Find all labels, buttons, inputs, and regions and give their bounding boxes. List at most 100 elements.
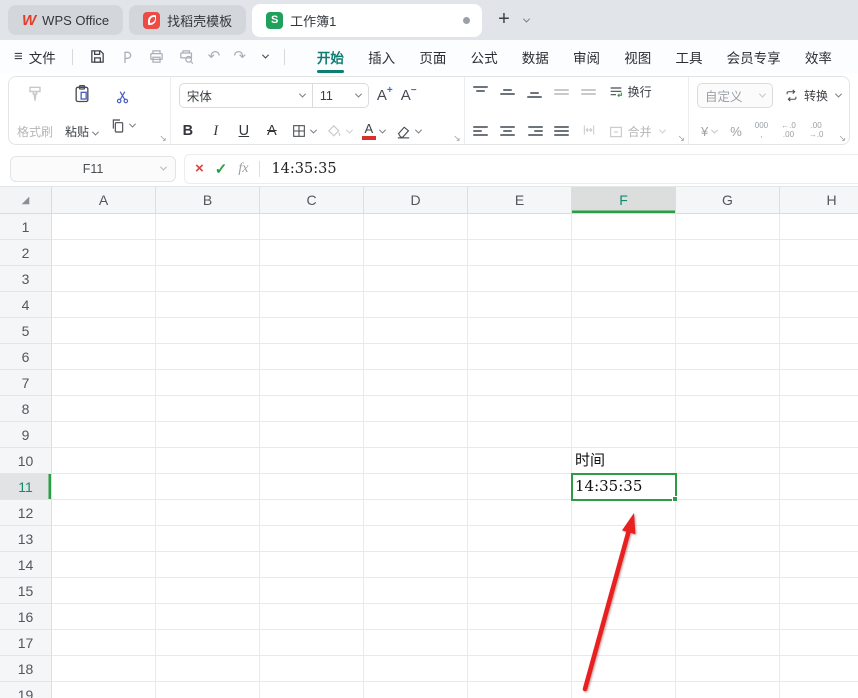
cell-D18[interactable] <box>364 656 468 682</box>
cell-G6[interactable] <box>676 344 780 370</box>
cell-F4[interactable] <box>572 292 676 318</box>
cell-C7[interactable] <box>260 370 364 396</box>
cell-C1[interactable] <box>260 214 364 240</box>
cell-F13[interactable] <box>572 526 676 552</box>
cell-D15[interactable] <box>364 578 468 604</box>
cell-F12[interactable] <box>572 500 676 526</box>
cell-H14[interactable] <box>780 552 858 578</box>
cell-H8[interactable] <box>780 396 858 422</box>
ribbon-tab-efficiency[interactable]: 效率 <box>805 40 832 73</box>
cell-G14[interactable] <box>676 552 780 578</box>
cell-H1[interactable] <box>780 214 858 240</box>
new-tab-button[interactable]: + <box>488 9 514 31</box>
clear-button[interactable] <box>395 123 421 140</box>
cell-B17[interactable] <box>156 630 260 656</box>
file-menu-button[interactable]: ≡ 文件 <box>14 47 56 67</box>
cell-C6[interactable] <box>260 344 364 370</box>
row-header-1[interactable]: 1 <box>0 214 52 240</box>
cell-B5[interactable] <box>156 318 260 344</box>
cell-A10[interactable] <box>52 448 156 474</box>
cell-D17[interactable] <box>364 630 468 656</box>
tab-docer-templates[interactable]: 找稻壳模板 <box>129 5 246 35</box>
cell-C19[interactable] <box>260 682 364 698</box>
cell-A12[interactable] <box>52 500 156 526</box>
cell-G18[interactable] <box>676 656 780 682</box>
row-header-19[interactable]: 19 <box>0 682 52 698</box>
cell-E2[interactable] <box>468 240 572 266</box>
cell-D4[interactable] <box>364 292 468 318</box>
cell-H4[interactable] <box>780 292 858 318</box>
cell-C12[interactable] <box>260 500 364 526</box>
cell-F18[interactable] <box>572 656 676 682</box>
ribbon-tab-member[interactable]: 会员专享 <box>727 40 781 73</box>
cell-F7[interactable] <box>572 370 676 396</box>
cell-F10[interactable]: 时间 <box>572 448 676 474</box>
cell-E15[interactable] <box>468 578 572 604</box>
cell-B19[interactable] <box>156 682 260 698</box>
align-bottom-icon[interactable] <box>527 86 543 98</box>
cell-F8[interactable] <box>572 396 676 422</box>
cell-F9[interactable] <box>572 422 676 448</box>
ribbon-tab-review[interactable]: 审阅 <box>573 40 600 73</box>
cell-A19[interactable] <box>52 682 156 698</box>
font-size-select[interactable]: 11 <box>312 84 368 107</box>
cell-E14[interactable] <box>468 552 572 578</box>
cell-H16[interactable] <box>780 604 858 630</box>
strikethrough-button[interactable]: A <box>263 123 281 139</box>
cell-E10[interactable] <box>468 448 572 474</box>
cell-A16[interactable] <box>52 604 156 630</box>
borders-button[interactable] <box>291 123 316 139</box>
column-header-D[interactable]: D <box>364 187 468 214</box>
cell-D19[interactable] <box>364 682 468 698</box>
cell-E17[interactable] <box>468 630 572 656</box>
cell-H18[interactable] <box>780 656 858 682</box>
cell-E11[interactable] <box>468 474 572 500</box>
row-header-16[interactable]: 16 <box>0 604 52 630</box>
redo-icon[interactable]: ↷ <box>233 49 246 64</box>
number-format-select[interactable]: 自定义 <box>697 83 773 108</box>
cell-B18[interactable] <box>156 656 260 682</box>
cell-C13[interactable] <box>260 526 364 552</box>
cell-D2[interactable] <box>364 240 468 266</box>
column-header-A[interactable]: A <box>52 187 156 214</box>
cell-A14[interactable] <box>52 552 156 578</box>
align-top-icon[interactable] <box>473 86 489 98</box>
cell-C17[interactable] <box>260 630 364 656</box>
cell-D7[interactable] <box>364 370 468 396</box>
cell-B16[interactable] <box>156 604 260 630</box>
decrease-font-button[interactable]: A− <box>401 87 417 104</box>
cell-G8[interactable] <box>676 396 780 422</box>
column-header-H[interactable]: H <box>780 187 858 214</box>
cell-E13[interactable] <box>468 526 572 552</box>
cell-G4[interactable] <box>676 292 780 318</box>
cell-G17[interactable] <box>676 630 780 656</box>
cell-E9[interactable] <box>468 422 572 448</box>
cell-D14[interactable] <box>364 552 468 578</box>
cell-A8[interactable] <box>52 396 156 422</box>
font-name-select[interactable]: 宋体 <box>180 84 312 107</box>
cell-B13[interactable] <box>156 526 260 552</box>
cell-G5[interactable] <box>676 318 780 344</box>
ribbon-tab-tools[interactable]: 工具 <box>675 40 702 73</box>
dialog-launcher-icon[interactable]: ↘ <box>453 134 461 143</box>
row-header-9[interactable]: 9 <box>0 422 52 448</box>
convert-button[interactable]: 转换 <box>783 87 841 104</box>
cell-B3[interactable] <box>156 266 260 292</box>
fill-handle[interactable] <box>672 496 678 502</box>
cell-G10[interactable] <box>676 448 780 474</box>
undo-icon[interactable]: ↶ <box>208 49 221 64</box>
align-left-icon[interactable] <box>473 126 489 138</box>
cell-C5[interactable] <box>260 318 364 344</box>
print-preview-icon[interactable] <box>178 48 195 65</box>
cell-H13[interactable] <box>780 526 858 552</box>
cell-B7[interactable] <box>156 370 260 396</box>
row-header-4[interactable]: 4 <box>0 292 52 318</box>
cell-B1[interactable] <box>156 214 260 240</box>
cell-E3[interactable] <box>468 266 572 292</box>
tab-list-chevron-icon[interactable] <box>523 15 530 22</box>
cell-D6[interactable] <box>364 344 468 370</box>
ribbon-tab-view[interactable]: 视图 <box>624 40 651 73</box>
cell-G12[interactable] <box>676 500 780 526</box>
cut-icon[interactable] <box>114 89 131 105</box>
cell-G16[interactable] <box>676 604 780 630</box>
